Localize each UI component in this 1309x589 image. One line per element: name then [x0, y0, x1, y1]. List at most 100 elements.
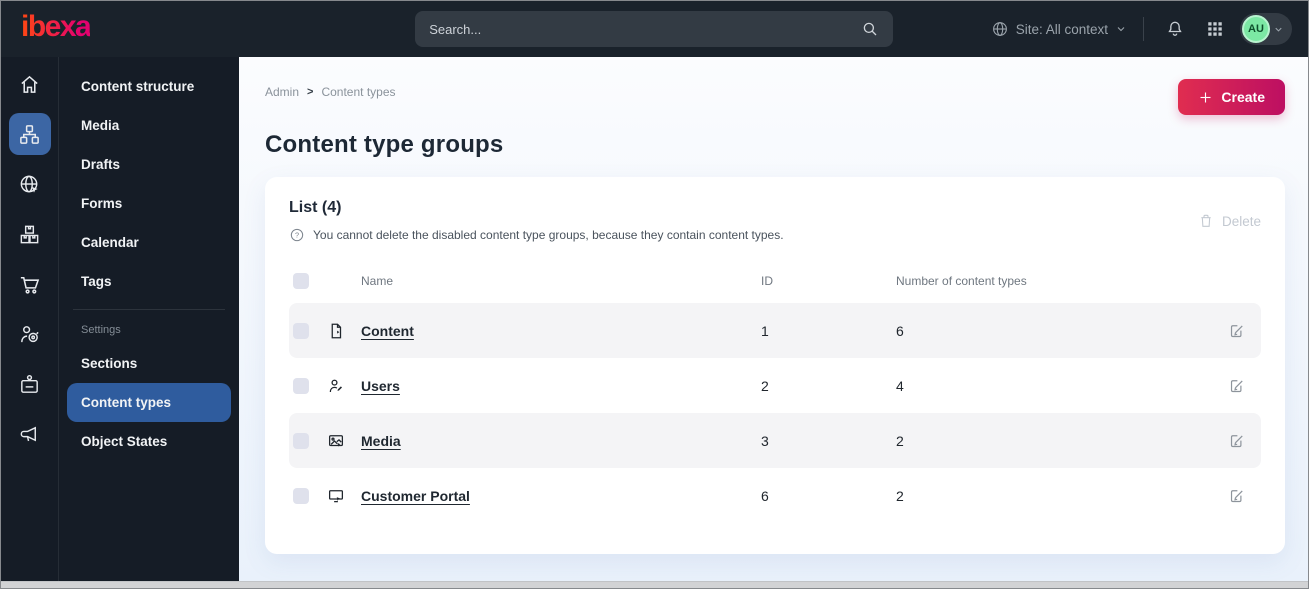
- site-context-selector[interactable]: Site: All context: [991, 20, 1127, 38]
- personalization-icon: [18, 323, 41, 346]
- page-title: Content type groups: [265, 131, 504, 158]
- edit-button[interactable]: [1217, 377, 1257, 395]
- app-switcher-button[interactable]: [1200, 14, 1230, 44]
- trash-icon: [1198, 213, 1214, 229]
- plus-icon: [1198, 90, 1213, 105]
- chevron-down-icon: [1115, 23, 1127, 35]
- content-structure-icon: [18, 123, 41, 146]
- edit-button[interactable]: [1217, 487, 1257, 505]
- sidebar-item-content-types[interactable]: Content types: [67, 383, 231, 422]
- sidebar-item-label: Drafts: [81, 157, 121, 172]
- group-name-link[interactable]: Customer Portal: [361, 488, 470, 504]
- sidebar-item-label: Tags: [81, 274, 112, 289]
- create-button[interactable]: Create: [1178, 79, 1285, 115]
- group-count: 6: [896, 322, 904, 339]
- app-window: ibexa Site: All context: [0, 0, 1309, 589]
- search-input[interactable]: [429, 21, 862, 37]
- row-checkbox[interactable]: [293, 432, 309, 449]
- edit-icon: [1228, 322, 1246, 340]
- rail-item-product-catalog[interactable]: [9, 213, 51, 255]
- table-header-row: Name ID Number of content types: [289, 259, 1261, 303]
- bell-icon: [1165, 19, 1185, 39]
- breadcrumb: Admin > Content types: [265, 85, 396, 99]
- window-bottom-edge: [1, 581, 1308, 588]
- select-all-checkbox[interactable]: [293, 273, 309, 289]
- create-button-label: Create: [1221, 89, 1265, 105]
- sidebar-item-content-structure[interactable]: Content structure: [67, 67, 231, 106]
- admin-badge-icon: [18, 373, 41, 396]
- row-checkbox[interactable]: [293, 487, 309, 504]
- sidebar-item-drafts[interactable]: Drafts: [67, 145, 231, 184]
- sidebar-item-forms[interactable]: Forms: [67, 184, 231, 223]
- breadcrumb-admin[interactable]: Admin: [265, 85, 299, 99]
- topbar-divider: [1143, 17, 1144, 41]
- group-id: 2: [761, 377, 769, 394]
- sidebar-item-label: Object States: [81, 434, 168, 449]
- help-icon: ?: [289, 227, 305, 243]
- content-type-groups-table: Name ID Number of content types Content …: [289, 259, 1261, 523]
- search-icon: [861, 20, 879, 38]
- ibexa-logo: ibexa: [21, 12, 92, 46]
- rail-item-promotions[interactable]: [9, 413, 51, 455]
- delete-button[interactable]: Delete: [1198, 213, 1261, 229]
- sidebar-item-label: Content types: [81, 395, 172, 410]
- sidebar-item-object-states[interactable]: Object States: [67, 422, 231, 461]
- global-search[interactable]: [415, 11, 894, 47]
- svg-text:?: ?: [295, 231, 299, 240]
- breadcrumb-separator: >: [307, 86, 314, 98]
- main-content: Admin > Content types Create Content typ…: [239, 57, 1308, 581]
- rail-item-admin[interactable]: [9, 363, 51, 405]
- rail-item-site[interactable]: [9, 163, 51, 205]
- avatar: AU: [1242, 15, 1270, 43]
- table-row: Media 3 2: [289, 413, 1261, 468]
- sidebar-item-label: Forms: [81, 196, 123, 211]
- rail-item-commerce[interactable]: [9, 263, 51, 305]
- sidebar-item-tags[interactable]: Tags: [67, 262, 231, 301]
- sidebar-item-sections[interactable]: Sections: [67, 344, 231, 383]
- row-checkbox[interactable]: [293, 322, 309, 339]
- group-id: 1: [761, 322, 769, 339]
- rail-item-personalization[interactable]: [9, 313, 51, 355]
- row-checkbox[interactable]: [293, 377, 309, 394]
- sidebar-item-label: Media: [81, 118, 120, 133]
- group-name-link[interactable]: Media: [361, 433, 401, 449]
- column-header-count: Number of content types: [896, 274, 1027, 288]
- user-icon: [327, 377, 361, 395]
- column-header-name: Name: [361, 274, 394, 288]
- breadcrumb-content-types: Content types: [321, 85, 396, 99]
- table-row: Users 2 4: [289, 358, 1261, 413]
- user-menu[interactable]: AU: [1240, 13, 1292, 45]
- monitor-icon: [327, 487, 361, 505]
- group-id: 3: [761, 432, 769, 449]
- list-hint-text: You cannot delete the disabled content t…: [313, 228, 784, 242]
- table-row: Content 1 6: [289, 303, 1261, 358]
- sidebar: Content structure Media Drafts Forms Cal…: [59, 57, 239, 581]
- group-name-link[interactable]: Content: [361, 323, 414, 339]
- edit-button[interactable]: [1217, 322, 1257, 340]
- rail-item-dashboard[interactable]: [9, 63, 51, 105]
- icon-rail: [1, 57, 59, 581]
- group-count: 2: [896, 432, 904, 449]
- sidebar-item-calendar[interactable]: Calendar: [67, 223, 231, 262]
- avatar-chevron-icon: [1273, 24, 1284, 35]
- commerce-cart-icon: [18, 273, 41, 296]
- group-id: 6: [761, 487, 769, 504]
- group-count: 4: [896, 377, 904, 394]
- promotions-megaphone-icon: [18, 423, 41, 446]
- app-grid-icon: [1206, 20, 1224, 38]
- site-icon: [18, 173, 41, 196]
- group-count: 2: [896, 487, 904, 504]
- sidebar-section-settings: Settings: [81, 324, 121, 336]
- edit-icon: [1228, 377, 1246, 395]
- rail-item-content[interactable]: [8, 113, 51, 155]
- list-hint: ? You cannot delete the disabled content…: [289, 227, 784, 243]
- site-context-label: Site: All context: [1015, 21, 1108, 37]
- edit-button[interactable]: [1217, 432, 1257, 450]
- sidebar-item-media[interactable]: Media: [67, 106, 231, 145]
- notifications-button[interactable]: [1160, 14, 1190, 44]
- home-icon: [18, 73, 41, 96]
- edit-icon: [1228, 487, 1246, 505]
- delete-button-label: Delete: [1221, 213, 1261, 229]
- group-name-link[interactable]: Users: [361, 378, 400, 394]
- topbar-right-cluster: Site: All context AU: [991, 13, 1292, 45]
